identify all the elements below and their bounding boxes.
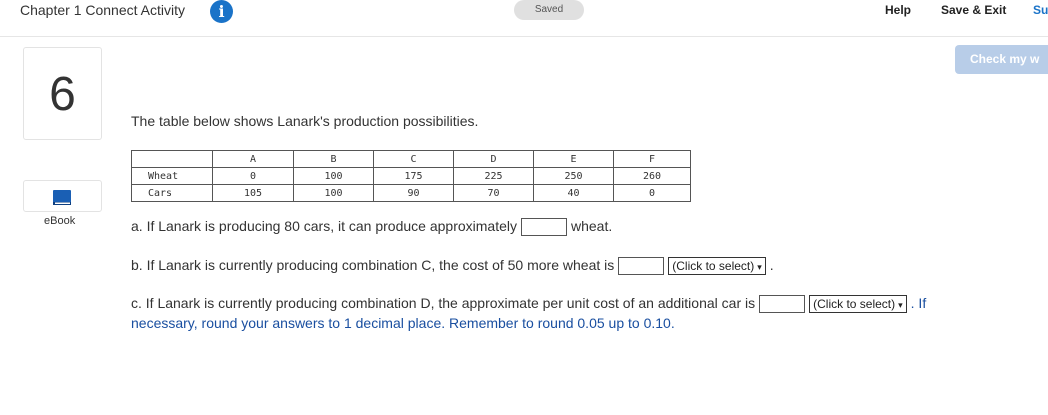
table-row: Wheat 0 100 175 225 250 260 [131, 167, 691, 185]
table-row-label: Wheat [131, 167, 213, 185]
ebook-button[interactable] [23, 180, 102, 212]
table-cell: 100 [293, 184, 374, 202]
saved-status-badge: Saved [514, 0, 584, 20]
part-c-unit-select[interactable]: (Click to select) ▾ [809, 295, 907, 314]
part-a-answer-input[interactable] [520, 218, 567, 237]
table-row: Cars 105 100 90 70 40 0 [131, 184, 691, 202]
table-cell: 100 [293, 167, 374, 185]
table-header-row: A B C D E F [131, 150, 691, 168]
table-cell: 225 [453, 167, 534, 185]
chevron-down-icon: ▾ [898, 300, 903, 311]
ebook-label: eBook [44, 215, 76, 227]
book-icon [53, 190, 71, 205]
table-row-label: Cars [131, 184, 213, 202]
part-b-suffix: . [769, 257, 774, 273]
chevron-down-icon: ▾ [757, 262, 762, 273]
table-header-cell: C [373, 150, 454, 168]
part-b-line: b. If Lanark is currently producing comb… [131, 257, 774, 276]
check-my-work-button[interactable]: Check my w [955, 45, 1048, 74]
part-b-answer-input[interactable] [618, 257, 665, 276]
save-exit-button[interactable]: Save & Exit [941, 3, 1006, 17]
part-c-select-label: (Click to select) [813, 297, 896, 312]
activity-title: Chapter 1 Connect Activity [20, 2, 185, 18]
question-prompt: The table below shows Lanark's productio… [131, 113, 479, 129]
part-c-suffix: . If [910, 295, 927, 311]
table-cell: 70 [453, 184, 534, 202]
part-c-answer-input[interactable] [759, 295, 806, 314]
table-header-cell: E [533, 150, 614, 168]
table-cell: 105 [212, 184, 294, 202]
table-cell: 260 [613, 167, 691, 185]
part-b-text: b. If Lanark is currently producing comb… [131, 257, 615, 273]
table-cell: 40 [533, 184, 614, 202]
submit-button[interactable]: Su [1033, 3, 1048, 17]
table-cell: 90 [373, 184, 454, 202]
table-cell: 250 [533, 167, 614, 185]
table-header-cell: B [293, 150, 374, 168]
table-header-cell: A [212, 150, 294, 168]
part-a-line: a. If Lanark is producing 80 cars, it ca… [131, 218, 613, 237]
table-cell: 0 [212, 167, 294, 185]
part-c-text: c. If Lanark is currently producing comb… [131, 295, 756, 311]
help-link[interactable]: Help [885, 3, 911, 17]
table-header-cell: F [613, 150, 691, 168]
table-header-cell [131, 150, 213, 168]
table-cell: 0 [613, 184, 691, 202]
production-possibilities-table: A B C D E F Wheat 0 100 175 225 250 260 … [131, 150, 691, 202]
table-cell: 175 [373, 167, 454, 185]
part-a-text: a. If Lanark is producing 80 cars, it ca… [131, 218, 517, 234]
part-b-unit-select[interactable]: (Click to select) ▾ [668, 257, 766, 276]
part-b-select-label: (Click to select) [672, 259, 755, 274]
rounding-instructions: necessary, round your answers to 1 decim… [131, 315, 675, 331]
question-number: 6 [23, 47, 102, 140]
info-icon[interactable]: i [210, 0, 233, 23]
part-c-line: c. If Lanark is currently producing comb… [131, 295, 927, 314]
part-a-suffix: wheat. [570, 218, 613, 234]
table-header-cell: D [453, 150, 534, 168]
top-bar: Chapter 1 Connect Activity i Saved Help … [0, 0, 1048, 37]
